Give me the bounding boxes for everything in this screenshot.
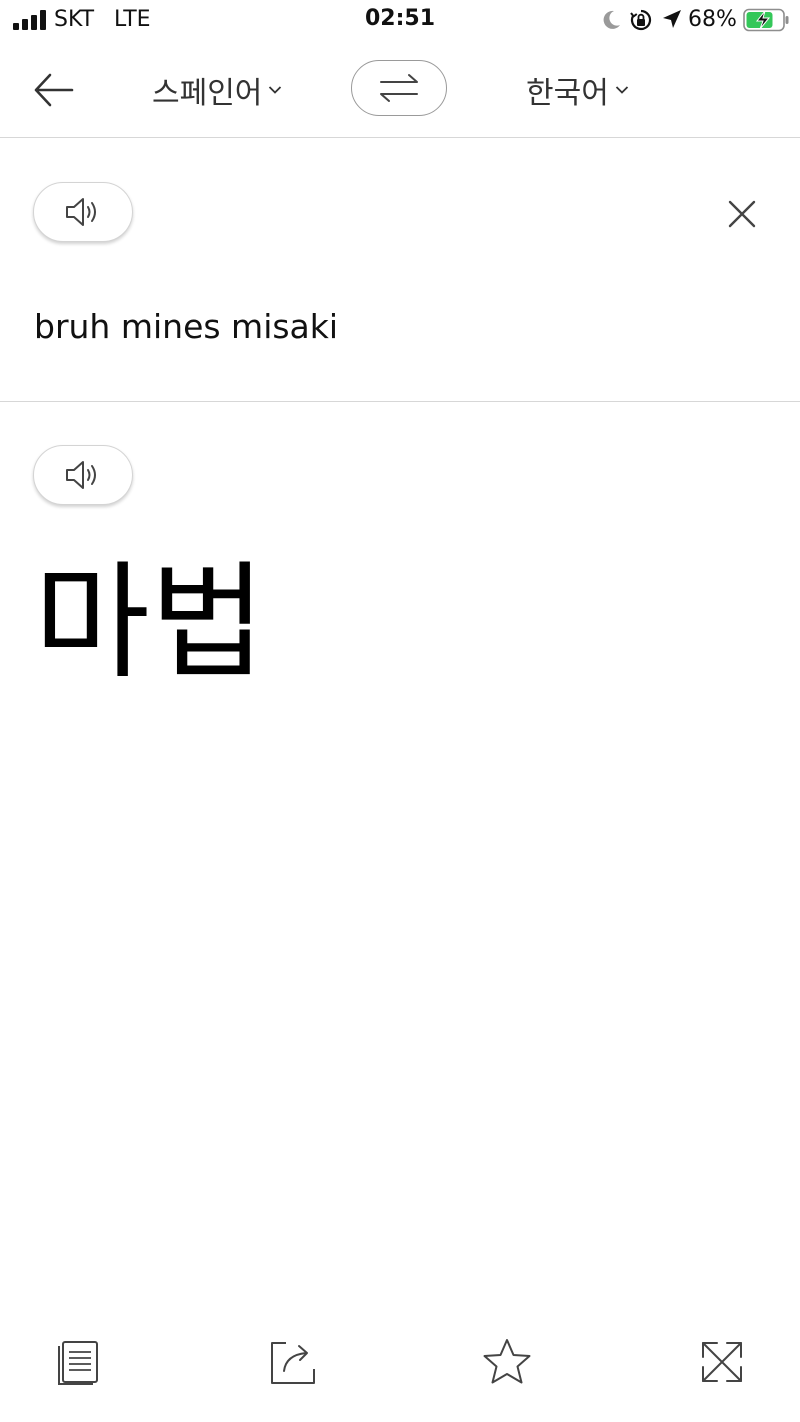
favorite-button[interactable] (477, 1330, 537, 1394)
target-language-selector[interactable]: 한국어 (526, 66, 629, 114)
location-arrow-icon (663, 10, 681, 28)
share-icon (271, 1342, 315, 1384)
star-icon (483, 1339, 531, 1384)
battery-charging-icon (743, 8, 789, 32)
status-bar: SKT LTE 02:51 68% (0, 0, 800, 40)
speaker-icon (66, 198, 96, 226)
fullscreen-button[interactable] (692, 1330, 752, 1394)
copy-icon (58, 1341, 98, 1385)
close-icon (728, 200, 756, 228)
panel-divider (0, 401, 800, 402)
translation-result: 마법 (34, 549, 266, 696)
swap-languages-button[interactable] (351, 60, 447, 116)
orientation-lock-icon (630, 9, 652, 31)
chevron-down-icon (615, 86, 628, 94)
swap-arrows-icon (380, 74, 418, 102)
copy-button[interactable] (48, 1330, 108, 1394)
source-speak-button[interactable] (33, 182, 133, 242)
source-language-selector[interactable]: 스페인어 (152, 66, 282, 114)
fullscreen-icon (702, 1342, 742, 1382)
header-divider (0, 137, 800, 138)
source-language-label: 스페인어 (152, 76, 263, 111)
battery-percent: 68% (688, 7, 737, 32)
back-button[interactable] (22, 66, 82, 114)
chevron-down-icon (269, 86, 282, 94)
clear-input-button[interactable] (716, 188, 768, 240)
share-button[interactable] (263, 1330, 323, 1394)
moon-icon (603, 10, 620, 29)
speaker-icon (66, 461, 96, 489)
target-language-label: 한국어 (526, 76, 609, 111)
back-arrow-icon (34, 73, 74, 107)
source-text[interactable]: bruh mines misaki (34, 305, 338, 349)
result-speak-button[interactable] (33, 445, 133, 505)
